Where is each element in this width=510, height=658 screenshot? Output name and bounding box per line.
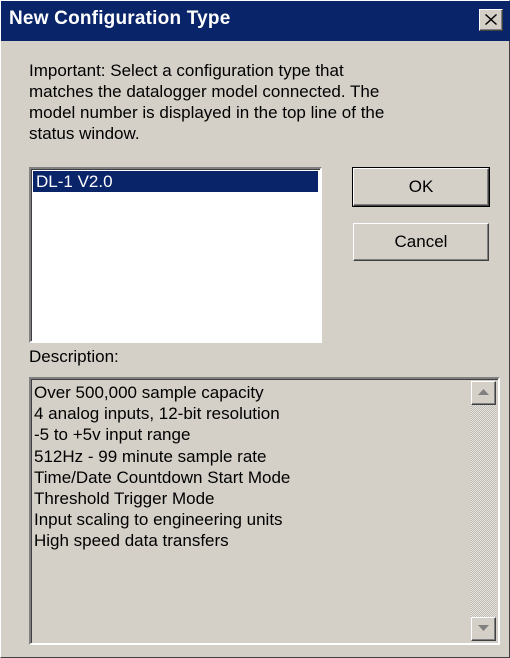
- description-line: -5 to +5v input range: [34, 425, 191, 445]
- description-textbox[interactable]: Over 500,000 sample capacity 4 analog in…: [29, 377, 500, 645]
- instructions-line: Important: Select a configuration type t…: [29, 61, 344, 80]
- description-line: Time/Date Countdown Start Mode: [34, 467, 291, 487]
- description-label: Description:: [29, 347, 119, 366]
- description-line: 512Hz - 99 minute sample rate: [34, 446, 267, 466]
- close-button[interactable]: [479, 9, 503, 31]
- description-line: Threshold Trigger Mode: [34, 489, 215, 509]
- dialog-title: New Configuration Type: [9, 8, 231, 29]
- scroll-up-button[interactable]: [471, 381, 496, 405]
- ok-button[interactable]: OK: [352, 167, 490, 207]
- cancel-button[interactable]: Cancel: [353, 223, 489, 261]
- description-line: High speed data transfers: [34, 531, 229, 551]
- instructions-line: status window.: [29, 124, 140, 143]
- new-configuration-type-dialog: New Configuration Type Important: Select…: [0, 0, 510, 658]
- instructions-line: model number is displayed in the top lin…: [29, 103, 385, 122]
- vertical-scrollbar[interactable]: [471, 381, 496, 641]
- configuration-type-listbox[interactable]: DL-1 V2.0: [29, 167, 322, 343]
- instructions-line: matches the datalogger model connected. …: [29, 82, 380, 101]
- title-bar[interactable]: New Configuration Type: [1, 1, 510, 41]
- scroll-up-arrow-icon: [478, 389, 489, 395]
- instructions-text: Important: Select a configuration type t…: [29, 60, 469, 144]
- scroll-down-arrow-icon: [478, 625, 489, 631]
- description-line: Over 500,000 sample capacity: [34, 383, 264, 402]
- list-item-dl-1-v2-0[interactable]: DL-1 V2.0: [33, 171, 318, 192]
- close-icon: [485, 14, 497, 25]
- description-content: Over 500,000 sample capacity 4 analog in…: [34, 382, 290, 552]
- scroll-down-button[interactable]: [471, 617, 496, 641]
- description-line: Input scaling to engineering units: [34, 510, 283, 530]
- description-line: 4 analog inputs, 12-bit resolution: [34, 404, 280, 424]
